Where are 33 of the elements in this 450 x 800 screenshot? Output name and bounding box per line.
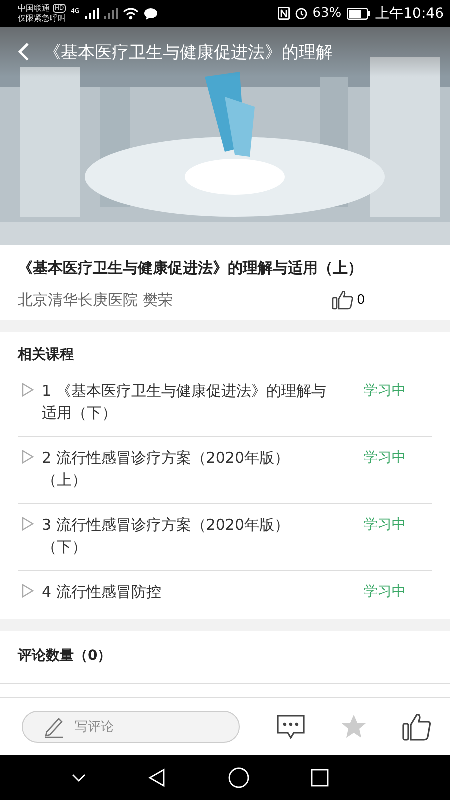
battery-percent: 63% [312, 6, 342, 21]
course-link[interactable]: 2 流行性感冒诊疗方案（2020年版）（上） [42, 447, 332, 491]
carrier-name: 中国联通 [18, 4, 50, 14]
signal-icon [104, 8, 118, 19]
course-title: 《基本医疗卫生与健康促进法》的理解与适用（上） [18, 259, 364, 278]
study-status: 学习中 [364, 382, 407, 401]
clock-time: 上午10:46 [376, 4, 444, 22]
home-icon[interactable] [228, 766, 250, 788]
battery-icon [346, 8, 371, 20]
study-status: 学习中 [364, 583, 407, 602]
thumbs-up-icon[interactable] [402, 712, 432, 742]
section-heading: 相关课程 [18, 346, 75, 365]
recents-icon[interactable] [311, 768, 330, 786]
wifi-icon [122, 8, 139, 20]
section-heading: 评论数量（0） [18, 647, 113, 666]
alarm-icon [294, 7, 308, 20]
star-icon[interactable] [340, 712, 368, 740]
emergency-text: 仅限紧急呼叫 [18, 14, 66, 24]
study-status: 学习中 [364, 516, 407, 535]
study-status: 学习中 [364, 449, 407, 468]
course-link[interactable]: 3 流行性感冒诊疗方案（2020年版）（下） [42, 514, 332, 558]
pencil-icon [43, 716, 65, 738]
nfc-icon [278, 7, 290, 20]
course-link[interactable]: 4 流行性感冒防控 [42, 581, 332, 603]
chat-bubble-icon [144, 8, 158, 20]
course-link[interactable]: 1 《基本医疗卫生与健康促进法》的理解与适用（下） [42, 380, 332, 424]
back-icon[interactable] [148, 768, 166, 788]
page-title: 《基本医疗卫生与健康促进法》的理解 [44, 42, 333, 64]
author-text: 北京清华长庚医院 樊荣 [18, 290, 174, 310]
like-count: 0 [357, 292, 366, 308]
signal-icon [84, 8, 99, 19]
thumbs-up-icon[interactable] [332, 290, 354, 310]
collapse-icon[interactable] [70, 772, 87, 782]
